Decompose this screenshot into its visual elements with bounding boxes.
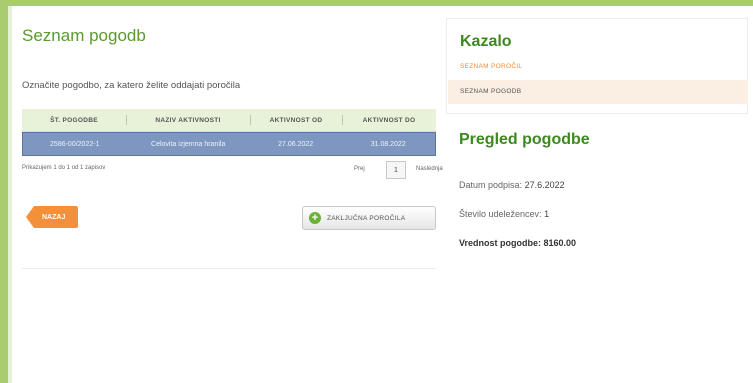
participants-count: Število udeležencev: 1 — [459, 209, 549, 219]
column-header-activity-to[interactable]: AKTIVNOST DO — [342, 109, 436, 131]
final-reports-button[interactable]: + ZAKLJUČNA POROČILA — [302, 206, 436, 230]
side-panel: Kazalo SEZNAM POROČIL SEZNAM POGODB Preg… — [446, 18, 748, 383]
table-row[interactable]: 2586-00/2022-1 Celovita izjemna hranila … — [22, 132, 436, 156]
contract-review-title: Pregled pogodbe — [459, 131, 590, 148]
cell-activity-to: 31.08.2022 — [370, 140, 406, 148]
index-link-reports[interactable]: SEZNAM POROČIL — [460, 63, 522, 70]
contracts-table: ŠT. POGODBE NAZIV AKTIVNOSTI AKTIVNOST O… — [22, 109, 436, 156]
pagination-info: Prikazujem 1 do 1 od 1 zapisov — [22, 165, 106, 171]
main-panel: Seznam pogodb Označite pogodbo, za kater… — [12, 6, 444, 383]
cell-activity-from: 27.06.2022 — [278, 140, 314, 148]
cell-contract-number: 2586-00/2022-1 — [50, 140, 100, 148]
contract-value-label: Vrednost pogodbe: — [459, 238, 541, 248]
column-header-activity-name[interactable]: NAZIV AKTIVNOSTI — [126, 109, 250, 131]
pagination-next-link[interactable]: Naslednja — [416, 166, 443, 172]
page-title: Seznam pogodb — [22, 26, 146, 45]
column-header-contract-number[interactable]: ŠT. POGODBE — [22, 109, 126, 131]
instruction-text: Označite pogodbo, za katero želite oddaj… — [22, 80, 241, 91]
participants-label: Število udeležencev: — [459, 209, 542, 219]
divider — [22, 268, 436, 269]
column-header-activity-from[interactable]: AKTIVNOST OD — [250, 109, 342, 131]
signing-date-value: 27.6.2022 — [524, 180, 565, 190]
pagination-page-button[interactable]: 1 — [386, 161, 406, 179]
final-reports-button-label: ZAKLJUČNA POROČILA — [327, 214, 406, 222]
signing-date-label: Datum podpisa: — [459, 180, 523, 190]
index-box: Kazalo SEZNAM POROČIL SEZNAM POGODB — [446, 18, 748, 114]
cell-activity-name: Celovita izjemna hranila — [151, 140, 226, 148]
index-link-contracts[interactable]: SEZNAM POGODB — [460, 88, 521, 95]
back-button[interactable]: NAZAJ — [26, 206, 78, 228]
pagination-prev-link[interactable]: Prej — [354, 166, 365, 172]
table-header: ŠT. POGODBE NAZIV AKTIVNOSTI AKTIVNOST O… — [22, 109, 436, 132]
plus-icon: + — [309, 212, 321, 224]
participants-value: 1 — [544, 209, 550, 219]
contract-value-amount: 8160.00 — [543, 238, 577, 248]
frame-left-border — [0, 0, 8, 383]
index-title: Kazalo — [460, 33, 512, 50]
signing-date: Datum podpisa: 27.6.2022 — [459, 180, 565, 190]
pagination: Prikazujem 1 do 1 od 1 zapisov Prej 1 Na… — [22, 161, 443, 181]
contract-value: Vrednost pogodbe: 8160.00 — [459, 238, 576, 248]
